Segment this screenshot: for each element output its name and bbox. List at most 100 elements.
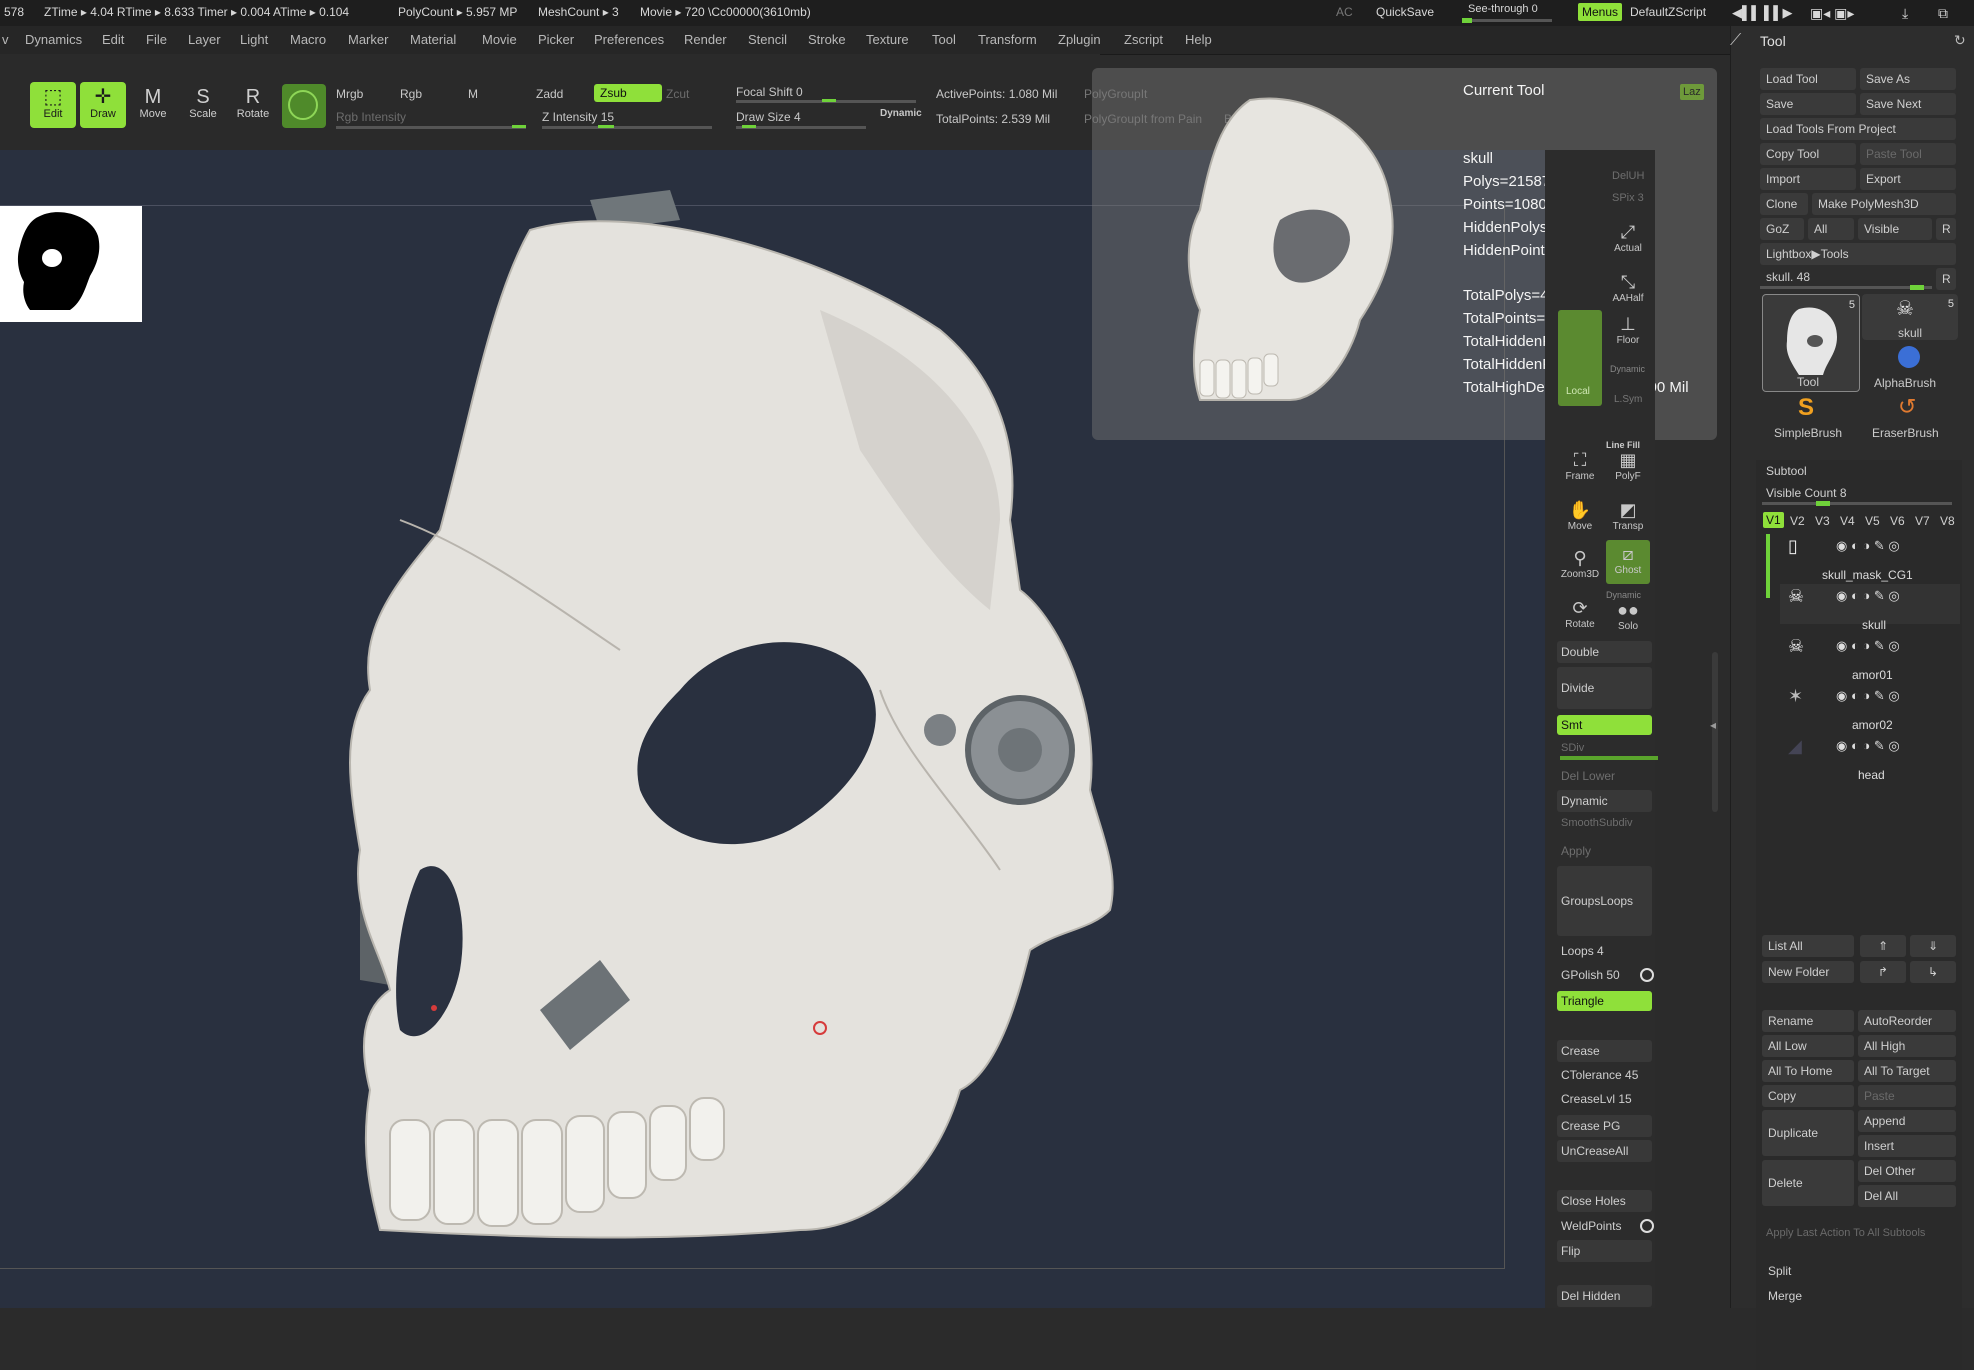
lsym-button[interactable]: L.Sym [1614,394,1642,405]
aahalf-button[interactable]: ⤡ AAHalf [1606,268,1650,312]
menu-item[interactable]: Zscript [1124,32,1163,47]
move-view-button[interactable]: ✋ Move [1558,496,1602,540]
loops-slider[interactable]: Loops 4 [1557,940,1652,962]
menu-item[interactable]: v [2,32,9,47]
apply-last-action-button[interactable]: Apply Last Action To All Subtools [1766,1227,1925,1239]
lazy-mouse-button[interactable]: Laz [1680,84,1704,100]
list-all-button[interactable]: List All [1762,935,1854,957]
weldpoints-circle-icon[interactable] [1640,1219,1654,1233]
menu-item[interactable]: Macro [290,32,326,47]
subtool-row[interactable]: ☠ ◉ ◐ ◑ ✎ ◎ amor01 [1780,634,1960,682]
palette-refresh-icon[interactable]: ↻ [1954,32,1966,49]
all-high-button[interactable]: All High [1858,1035,1956,1057]
menu-item[interactable]: Render [684,32,727,47]
crease-button[interactable]: Crease [1557,1040,1652,1062]
default-zscript-button[interactable]: DefaultZScript [1630,5,1706,19]
menu-item[interactable]: Dynamics [25,32,82,47]
draw-size-slider[interactable]: Draw Size 4 [736,110,801,124]
apply-button[interactable]: Apply [1557,840,1652,862]
version-tab[interactable]: V4 [1840,514,1855,528]
version-tab[interactable]: V6 [1890,514,1905,528]
clone-button[interactable]: Clone [1760,193,1808,215]
gpolish-circle-icon[interactable] [1640,968,1654,982]
draw-mode-button[interactable]: ✛ Draw [80,82,126,128]
menu-item[interactable]: File [146,32,167,47]
append-button[interactable]: Append [1858,1110,1956,1132]
local-button[interactable]: Local [1558,310,1602,406]
weldpoints-button[interactable]: WeldPoints [1557,1215,1652,1237]
goz-visible-button[interactable]: Visible [1858,218,1932,240]
subtool-row[interactable]: ◢ ◉ ◐ ◑ ✎ ◎ head [1780,734,1960,782]
material-swatch[interactable] [282,84,326,128]
toggle-icons[interactable]: ◉ ◐ ◑ ✎ ◎ [1836,738,1900,754]
delete-button[interactable]: Delete [1762,1160,1854,1206]
mrgb-button[interactable]: Mrgb [336,87,363,101]
duplicate-button[interactable]: Duplicate [1762,1110,1854,1156]
current-tool-track[interactable] [1760,286,1932,289]
export-button[interactable]: Export [1860,168,1956,190]
triangle-toggle[interactable]: Triangle [1557,991,1652,1011]
tool-palette-title[interactable]: Tool [1760,33,1786,49]
ghost-button[interactable]: ⧄ Ghost [1606,540,1650,584]
menu-item[interactable]: Layer [188,32,221,47]
move-down-icon[interactable]: ⇓ [1910,935,1956,957]
see-through-track[interactable] [1462,19,1552,22]
version-tab[interactable]: V5 [1865,514,1880,528]
window-layout-icon[interactable]: ▣◂ ▣▸ [1810,5,1854,22]
menu-item[interactable]: Help [1185,32,1212,47]
z-intensity-slider[interactable]: Z Intensity 15 [542,110,614,124]
subtool-header[interactable]: Subtool [1766,464,1807,478]
folder-arrow-icon[interactable]: ↱ [1860,961,1906,983]
eraserbrush-thumbnail[interactable]: ↺ EraserBrush [1862,394,1958,440]
layout-arrows-icon[interactable]: ◀▌▌ ▌▌▶ [1732,5,1792,21]
zsub-button[interactable]: Zsub [594,84,662,102]
toggle-icons[interactable]: ◉ ◐ ◑ ✎ ◎ [1836,538,1900,554]
quicksave-button[interactable]: QuickSave [1376,5,1434,19]
subtool-row[interactable]: ▯ ◉ ◐ ◑ ✎ ◎ skull_mask_CG1 [1780,534,1960,582]
focal-shift-slider[interactable]: Focal Shift 0 [736,85,803,99]
floor-button[interactable]: ⊥ Floor [1606,310,1650,354]
del-hidden-button[interactable]: Del Hidden [1557,1285,1652,1307]
visible-count-track[interactable] [1762,502,1952,505]
copy-subtool-button[interactable]: Copy [1762,1085,1854,1107]
z-intensity-track[interactable] [542,126,712,129]
menu-item[interactable]: Zplugin [1058,32,1101,47]
flip-button[interactable]: Flip [1557,1240,1652,1262]
see-through-slider[interactable]: See-through 0 [1468,3,1538,15]
smoothsubdiv-slider[interactable]: SmoothSubdiv [1557,814,1652,832]
rotate-mode-button[interactable]: R Rotate [230,82,276,128]
sdiv-slider[interactable]: SDiv [1557,739,1652,757]
autoreorder-button[interactable]: AutoReorder [1858,1010,1956,1032]
menu-item[interactable]: Material [410,32,456,47]
solo-button[interactable]: ●● Solo [1606,596,1650,640]
menus-toggle[interactable]: Menus [1578,3,1623,21]
menu-item[interactable]: Picker [538,32,574,47]
polyf-button[interactable]: ▦ PolyF [1606,446,1650,490]
menu-item[interactable]: Stencil [748,32,787,47]
dynamic-subdiv-button[interactable]: Dynamic [1557,790,1652,812]
menu-item[interactable]: Texture [866,32,909,47]
m-button[interactable]: M [468,87,478,101]
collapse-arrow-icon[interactable]: ◂ [1710,718,1716,732]
goz-r-button[interactable]: R [1936,218,1956,240]
zadd-button[interactable]: Zadd [536,87,563,101]
copy-tool-button[interactable]: Copy Tool [1760,143,1856,165]
transp-button[interactable]: ◩ Transp [1606,496,1650,540]
goz-button[interactable]: GoZ [1760,218,1804,240]
subtool-row-selected[interactable]: ☠ ◉ ◐ ◑ ✎ ◎ skull [1780,584,1960,632]
maximize-icon[interactable]: ⧉ [1938,5,1948,22]
save-as-button[interactable]: Save As [1860,68,1956,90]
load-tools-from-project-button[interactable]: Load Tools From Project [1760,118,1956,140]
save-next-button[interactable]: Save Next [1860,93,1956,115]
rotate-view-button[interactable]: ⟳ Rotate [1558,594,1602,638]
subtool-row[interactable]: ✶ ◉ ◐ ◑ ✎ ◎ amor02 [1780,684,1960,732]
zoom3d-button[interactable]: ⚲ Zoom3D [1558,544,1602,588]
all-to-home-button[interactable]: All To Home [1762,1060,1854,1082]
del-lower-button[interactable]: Del Lower [1557,765,1652,787]
deluh-button[interactable]: DelUH [1612,170,1644,182]
scale-mode-button[interactable]: S Scale [180,82,226,128]
menu-item[interactable]: Movie [482,32,517,47]
rename-button[interactable]: Rename [1762,1010,1854,1032]
menu-item[interactable]: Transform [978,32,1037,47]
double-button[interactable]: Double [1557,641,1652,663]
